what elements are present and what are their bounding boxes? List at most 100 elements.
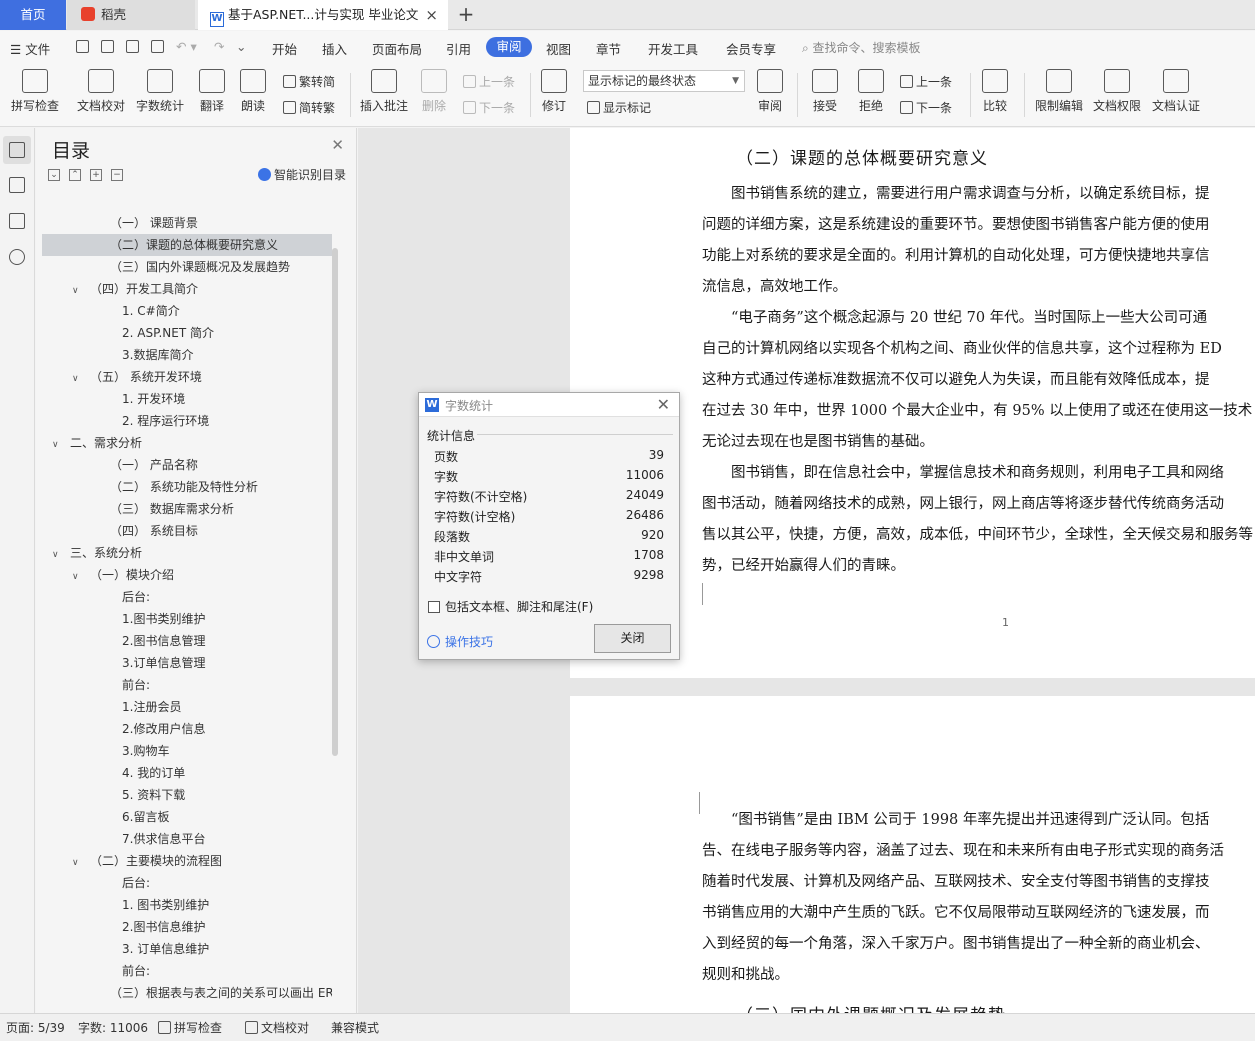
accept-button[interactable]: 接受 xyxy=(806,63,844,114)
undo-icon[interactable]: ↶ ▾ xyxy=(176,39,197,54)
trad-to-simp-button[interactable]: 繁转简 xyxy=(283,73,335,90)
expand-all-icon[interactable]: ⌄ xyxy=(48,169,60,181)
tab-home[interactable]: 首页 xyxy=(0,0,66,30)
navigation-icon[interactable] xyxy=(9,177,25,193)
word-count-indicator[interactable]: 字数: 11006 xyxy=(78,1019,148,1036)
toc-item[interactable]: （二）课题的总体概要研究意义 xyxy=(42,234,332,256)
toc-item[interactable]: 后台: xyxy=(42,586,332,608)
reject-button[interactable]: 拒绝 xyxy=(852,63,890,114)
save-icon[interactable] xyxy=(76,40,89,53)
redo-icon[interactable]: ↷ xyxy=(214,39,224,54)
menu-dev-tools[interactable]: 开发工具 xyxy=(648,39,698,58)
menu-insert[interactable]: 插入 xyxy=(322,39,347,58)
toc-item[interactable]: 4. 我的订单 xyxy=(42,762,332,784)
toc-item[interactable]: 2.修改用户信息 xyxy=(42,718,332,740)
toc-item[interactable]: ∨ （四）开发工具简介 xyxy=(42,278,332,300)
status-spell-check[interactable]: 拼写检查 xyxy=(158,1019,222,1036)
print-preview-icon[interactable] xyxy=(151,40,164,53)
doc-permission-button[interactable]: 文档权限 xyxy=(1090,63,1144,114)
new-tab-button[interactable]: + xyxy=(452,0,480,30)
toc-item[interactable]: 2. ASP.NET 简介 xyxy=(42,322,332,344)
close-icon[interactable]: ✕ xyxy=(657,395,670,414)
close-button[interactable]: 关闭 xyxy=(594,624,671,653)
chevron-down-icon[interactable]: ∨ xyxy=(72,280,82,302)
dialog-title-bar[interactable]: W 字数统计 ✕ xyxy=(419,393,679,417)
restrict-editing-button[interactable]: 限制编辑 xyxy=(1032,63,1086,114)
tab-document[interactable]: W 基于ASP.NET...计与实现 毕业论文 × xyxy=(198,0,448,30)
toc-item[interactable]: 1.图书类别维护 xyxy=(42,608,332,630)
chevron-down-icon[interactable]: ∨ xyxy=(72,368,82,390)
quick-access-dropdown-icon[interactable]: ⌄ xyxy=(236,39,246,54)
toc-item[interactable]: 2.图书信息维护 xyxy=(42,916,332,938)
page-indicator[interactable]: 页面: 5/39 xyxy=(6,1019,65,1036)
review-pane-button[interactable]: 审阅 xyxy=(752,63,788,114)
toc-item[interactable]: （一） 课题背景 xyxy=(42,212,332,234)
menu-view[interactable]: 视图 xyxy=(546,39,571,58)
toc-item[interactable]: ∨ （五） 系统开发环境 xyxy=(42,366,332,388)
toc-icon[interactable] xyxy=(9,142,25,158)
export-pdf-icon[interactable] xyxy=(101,40,114,53)
toc-item[interactable]: ∨ 三、系统分析 xyxy=(42,542,332,564)
prev-comment-button[interactable]: 上一条 xyxy=(463,73,515,90)
toc-item[interactable]: （四） 系统目标 xyxy=(42,520,332,542)
chevron-down-icon[interactable]: ∨ xyxy=(52,544,62,566)
next-comment-button[interactable]: 下一条 xyxy=(463,99,515,116)
toc-item[interactable]: ∨ 二、需求分析 xyxy=(42,432,332,454)
toc-item[interactable]: 5. 资料下载 xyxy=(42,784,332,806)
toc-item[interactable]: （三） 数据库需求分析 xyxy=(42,498,332,520)
track-changes-button[interactable]: 修订 xyxy=(536,63,572,114)
toc-item[interactable]: 前台: xyxy=(42,674,332,696)
proofread-button[interactable]: 文档校对 xyxy=(72,63,130,114)
translate-button[interactable]: 翻译 xyxy=(192,63,232,114)
toc-item[interactable]: ∨ （二）主要模块的流程图 xyxy=(42,850,332,872)
remove-item-icon[interactable]: − xyxy=(111,169,123,181)
chevron-down-icon[interactable]: ∨ xyxy=(72,566,82,588)
toc-item[interactable]: 7.供求信息平台 xyxy=(42,828,332,850)
toc-item[interactable]: （三）国内外课题概况及发展趋势 xyxy=(42,256,332,278)
command-search[interactable]: ⌕ 查找命令、搜索模板 xyxy=(802,39,921,56)
spell-check-button[interactable]: 拼写检查 xyxy=(5,63,65,114)
toc-item[interactable]: 1. 开发环境 xyxy=(42,388,332,410)
menu-review[interactable]: 审阅 xyxy=(486,37,532,57)
status-proofread[interactable]: 文档校对 xyxy=(245,1019,309,1036)
show-markup-button[interactable]: 显示标记 xyxy=(587,99,651,116)
toc-item[interactable]: ∨ （一）模块介绍 xyxy=(42,564,332,586)
menu-chapter[interactable]: 章节 xyxy=(596,39,621,58)
toc-item[interactable]: 3.订单信息管理 xyxy=(42,652,332,674)
toc-item[interactable]: 1. 图书类别维护 xyxy=(42,894,332,916)
tips-link[interactable]: 操作技巧 xyxy=(427,633,493,650)
insert-comment-button[interactable]: 插入批注 xyxy=(356,63,412,114)
smart-toc-button[interactable]: 智能识别目录 xyxy=(257,166,346,183)
delete-comment-button[interactable]: 删除 xyxy=(416,63,452,114)
bookmark-icon[interactable] xyxy=(9,213,25,229)
next-change-button[interactable]: 下一条 xyxy=(900,99,952,116)
toc-item[interactable]: 6.留言板 xyxy=(42,806,332,828)
markup-state-select[interactable]: 显示标记的最终状态 ▼ xyxy=(583,70,745,92)
document-page[interactable]: “图书销售”是由 IBM 公司于 1998 年率先提出并迅速得到广泛认同。包括告… xyxy=(570,696,1255,1013)
word-count-button[interactable]: 字数统计 xyxy=(132,63,188,114)
toc-item[interactable]: 3.数据库简介 xyxy=(42,344,332,366)
include-textbox-checkbox[interactable]: 包括文本框、脚注和尾注(F) xyxy=(428,598,593,615)
toc-item[interactable]: 1.注册会员 xyxy=(42,696,332,718)
close-tab-icon[interactable]: × xyxy=(425,0,438,30)
add-item-icon[interactable]: + xyxy=(90,169,102,181)
toc-scrollbar[interactable] xyxy=(332,248,338,756)
toc-item[interactable]: （三）根据表与表之间的关系可以画出 ER ... xyxy=(42,982,332,1004)
toc-item[interactable]: （一） 产品名称 xyxy=(42,454,332,476)
collapse-all-icon[interactable]: ⌃ xyxy=(69,169,81,181)
toc-item[interactable]: 3. 订单信息维护 xyxy=(42,938,332,960)
menu-reference[interactable]: 引用 xyxy=(446,39,471,58)
toc-item[interactable]: 后台: xyxy=(42,872,332,894)
toc-item[interactable]: 1. C#简介 xyxy=(42,300,332,322)
doc-auth-button[interactable]: 文档认证 xyxy=(1148,63,1204,114)
toc-item[interactable]: 3.购物车 xyxy=(42,740,332,762)
chevron-down-icon[interactable]: ∨ xyxy=(72,852,82,874)
menu-start[interactable]: 开始 xyxy=(272,39,297,58)
close-icon[interactable]: ✕ xyxy=(331,136,344,154)
toc-item[interactable]: 前台: xyxy=(42,960,332,982)
menu-page-layout[interactable]: 页面布局 xyxy=(372,39,422,58)
search-icon[interactable] xyxy=(9,249,25,265)
prev-change-button[interactable]: 上一条 xyxy=(900,73,952,90)
simp-to-trad-button[interactable]: 简转繁 xyxy=(283,99,335,116)
menu-member[interactable]: 会员专享 xyxy=(726,39,776,58)
